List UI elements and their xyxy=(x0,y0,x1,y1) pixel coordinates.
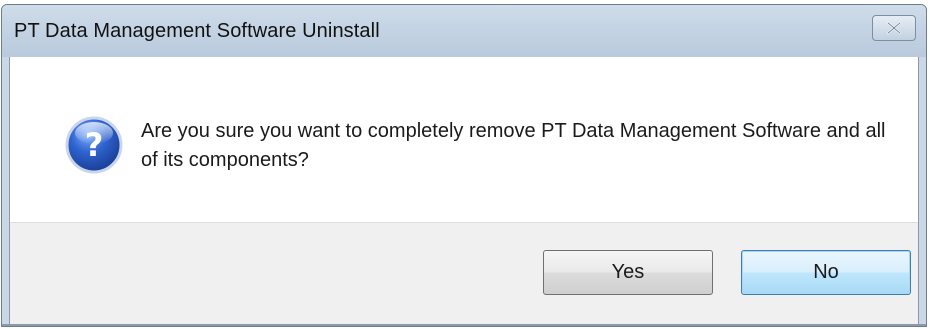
uninstall-dialog: PT Data Management Software Uninstall ? … xyxy=(0,0,930,329)
yes-button[interactable]: Yes xyxy=(543,250,713,295)
dialog-title: PT Data Management Software Uninstall xyxy=(14,20,380,42)
question-icon: ? xyxy=(64,115,124,175)
close-icon xyxy=(886,21,902,35)
no-button[interactable]: No xyxy=(741,250,911,295)
message-area: ? Are you sure you want to completely re… xyxy=(10,57,918,222)
bottom-border xyxy=(2,324,926,326)
svg-text:?: ? xyxy=(85,126,104,164)
close-button[interactable] xyxy=(872,15,916,41)
dialog-frame: PT Data Management Software Uninstall ? … xyxy=(1,4,927,327)
message-text: Are you sure you want to completely remo… xyxy=(141,120,886,171)
title-bar[interactable]: PT Data Management Software Uninstall xyxy=(2,5,926,57)
dialog-body: ? Are you sure you want to completely re… xyxy=(9,57,919,326)
button-bar: Yes No xyxy=(10,222,918,326)
